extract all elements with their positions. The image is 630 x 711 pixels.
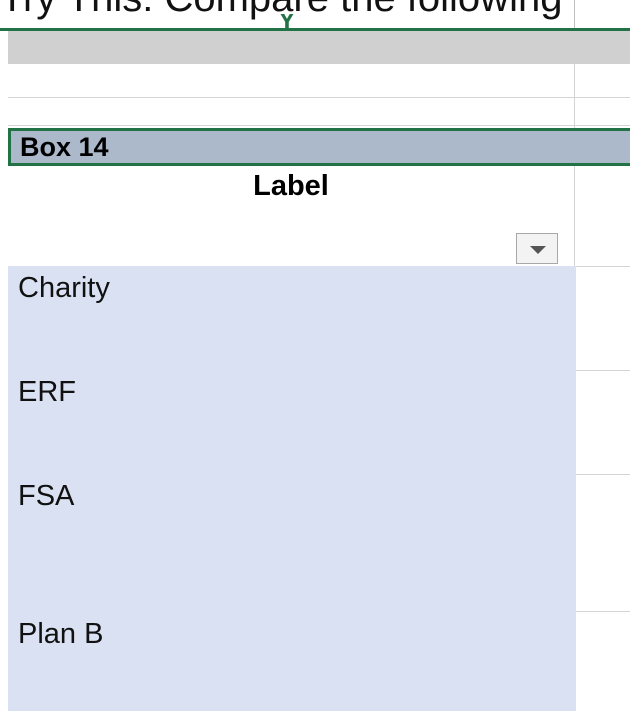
row-gridline [576,474,630,475]
row-gridline [576,611,630,612]
column-gridline [574,64,575,128]
row-gridline [576,266,630,267]
list-item-fsa[interactable]: FSA [18,478,74,514]
dropdown-filter-icon[interactable] [516,233,558,264]
blank-cell[interactable] [8,65,574,97]
label-header-cell[interactable]: Label [8,166,574,266]
box14-title: Box 14 [20,132,109,162]
row-gridline [576,370,630,371]
data-range[interactable]: Charity ERF FSA Plan B [8,266,576,711]
column-letter[interactable]: Y [0,14,574,28]
list-item-plan-b[interactable]: Plan B [18,616,103,652]
list-item-charity[interactable]: Charity [18,270,110,306]
column-gridline [574,166,575,266]
label-header-text: Label [253,170,329,202]
gray-band-row[interactable] [8,31,630,64]
column-separator [574,0,575,28]
row-gridline [8,125,630,126]
blank-cell[interactable] [8,98,574,125]
list-item-erf[interactable]: ERF [18,374,76,410]
box14-header-cell[interactable]: Box 14 [8,128,630,166]
